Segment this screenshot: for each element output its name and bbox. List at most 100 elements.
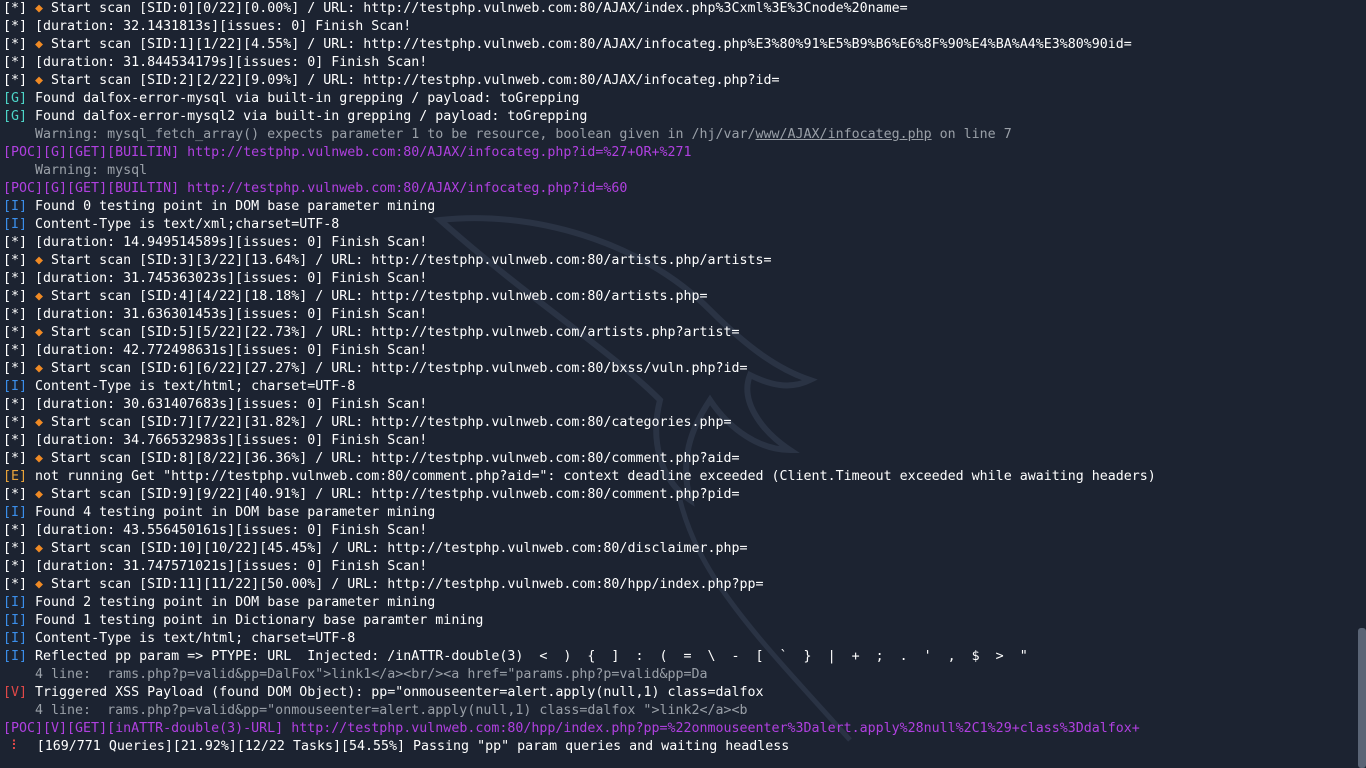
log-tag: [*] bbox=[3, 559, 28, 574]
log-message: 4 line: rams.php?p=valid&pp=DalFox">link… bbox=[3, 667, 708, 682]
log-tag: [*] bbox=[3, 55, 28, 70]
log-message: Start scan [SID:9][9/22][40.91%] / URL: … bbox=[43, 487, 740, 502]
log-tag: [*] bbox=[3, 253, 28, 268]
terminal-line: [I] Found 2 testing point in DOM base pa… bbox=[3, 594, 1352, 612]
log-message: Start scan [SID:1][1/22][4.55%] / URL: h… bbox=[43, 37, 1132, 52]
log-message: Start scan [SID:2][2/22][9.09%] / URL: h… bbox=[43, 73, 780, 88]
terminal-line: [G] Found dalfox-error-mysql via built-i… bbox=[3, 90, 1352, 108]
terminal-line: [*] [duration: 31.636301453s][issues: 0]… bbox=[3, 306, 1352, 324]
terminal-line: [*] [duration: 31.747571021s][issues: 0]… bbox=[3, 558, 1352, 576]
log-tag: [V] bbox=[3, 685, 28, 700]
terminal-window[interactable]: [*] ◆ Start scan [SID:0][0/22][0.00%] / … bbox=[0, 0, 1366, 768]
terminal-line: [*] ◆ Start scan [SID:0][0/22][0.00%] / … bbox=[3, 0, 1352, 18]
log-tag: [*] bbox=[3, 325, 28, 340]
log-message: Triggered XSS Payload (found DOM Object)… bbox=[27, 685, 764, 700]
terminal-line: [*] ◆ Start scan [SID:2][2/22][9.09%] / … bbox=[3, 72, 1352, 90]
terminal-line: [V] Triggered XSS Payload (found DOM Obj… bbox=[3, 684, 1352, 702]
log-message: [duration: 42.772498631s][issues: 0] Fin… bbox=[27, 343, 428, 358]
poc-url[interactable]: http://testphp.vulnweb.com:80/AJAX/infoc… bbox=[179, 181, 627, 196]
log-tag: [*] bbox=[3, 1, 28, 16]
terminal-line: [I] Found 1 testing point in Dictionary … bbox=[3, 612, 1352, 630]
scrollbar[interactable] bbox=[1358, 0, 1366, 768]
terminal-line: Warning: mysql bbox=[3, 162, 1352, 180]
log-message-suffix: on line 7 bbox=[931, 127, 1012, 142]
log-message: not running Get "http://testphp.vulnweb.… bbox=[27, 469, 1156, 484]
log-tag: [*] bbox=[3, 397, 28, 412]
log-message: Warning: mysql bbox=[3, 163, 148, 178]
log-message: [duration: 34.766532983s][issues: 0] Fin… bbox=[27, 433, 428, 448]
terminal-line: [*] [duration: 34.766532983s][issues: 0]… bbox=[3, 432, 1352, 450]
log-message: Start scan [SID:4][4/22][18.18%] / URL: … bbox=[43, 289, 708, 304]
terminal-line: [POC][G][GET][BUILTIN] http://testphp.vu… bbox=[3, 180, 1352, 198]
terminal-line: [*] [duration: 31.844534179s][issues: 0]… bbox=[3, 54, 1352, 72]
terminal-line: ⠇ [169/771 Queries][21.92%][12/22 Tasks]… bbox=[3, 738, 1352, 756]
log-tag: [*] bbox=[3, 523, 28, 538]
terminal-line: [I] Found 4 testing point in DOM base pa… bbox=[3, 504, 1352, 522]
terminal-line: [*] [duration: 14.949514589s][issues: 0]… bbox=[3, 234, 1352, 252]
log-tag: [*] bbox=[3, 73, 28, 88]
log-message: Found 1 testing point in Dictionary base… bbox=[27, 613, 484, 628]
terminal-line: [E] not running Get "http://testphp.vuln… bbox=[3, 468, 1352, 486]
log-message: Start scan [SID:10][10/22][45.45%] / URL… bbox=[43, 541, 748, 556]
terminal-line: [G] Found dalfox-error-mysql2 via built-… bbox=[3, 108, 1352, 126]
fox-icon: ◆ bbox=[27, 361, 44, 376]
log-tag: [E] bbox=[3, 469, 28, 484]
log-message: Start scan [SID:6][6/22][27.27%] / URL: … bbox=[43, 361, 748, 376]
log-tag: [I] bbox=[3, 217, 28, 232]
log-message: Start scan [SID:3][3/22][13.64%] / URL: … bbox=[43, 253, 772, 268]
fox-icon: ◆ bbox=[27, 1, 44, 16]
terminal-line: [*] [duration: 42.772498631s][issues: 0]… bbox=[3, 342, 1352, 360]
log-message: Found dalfox-error-mysql via built-in gr… bbox=[27, 91, 580, 106]
log-tag: [*] bbox=[3, 415, 28, 430]
log-tag: [*] bbox=[3, 451, 28, 466]
log-message: [duration: 31.745363023s][issues: 0] Fin… bbox=[27, 271, 428, 286]
log-message: Warning: mysql_fetch_array() expects par… bbox=[3, 127, 756, 142]
log-message: Found 2 testing point in DOM base parame… bbox=[27, 595, 436, 610]
log-tag: [*] bbox=[3, 343, 28, 358]
log-tag: [I] bbox=[3, 649, 28, 664]
log-tag: [POC][G][GET][BUILTIN] bbox=[3, 181, 180, 196]
terminal-line: 4 line: rams.php?p=valid&pp="onmouseente… bbox=[3, 702, 1352, 720]
terminal-line: [*] ◆ Start scan [SID:6][6/22][27.27%] /… bbox=[3, 360, 1352, 378]
terminal-line: [*] ◆ Start scan [SID:5][5/22][22.73%] /… bbox=[3, 324, 1352, 342]
terminal-line: Warning: mysql_fetch_array() expects par… bbox=[3, 126, 1352, 144]
fox-icon: ◆ bbox=[27, 253, 44, 268]
log-message: Content-Type is text/html; charset=UTF-8 bbox=[27, 379, 356, 394]
fox-icon: ◆ bbox=[27, 415, 44, 430]
terminal-line: [*] ◆ Start scan [SID:9][9/22][40.91%] /… bbox=[3, 486, 1352, 504]
scrollbar-thumb[interactable] bbox=[1358, 628, 1366, 768]
log-message: Start scan [SID:11][11/22][50.00%] / URL… bbox=[43, 577, 764, 592]
spinner-icon: ⠇ bbox=[3, 739, 37, 754]
fox-icon: ◆ bbox=[27, 577, 44, 592]
terminal-line: [*] [duration: 30.631407683s][issues: 0]… bbox=[3, 396, 1352, 414]
log-message: [duration: 43.556450161s][issues: 0] Fin… bbox=[27, 523, 428, 538]
log-tag: [I] bbox=[3, 379, 28, 394]
poc-url[interactable]: http://testphp.vulnweb.com:80/hpp/index.… bbox=[283, 721, 1140, 736]
log-tag: [I] bbox=[3, 505, 28, 520]
log-tag: [*] bbox=[3, 37, 28, 52]
terminal-line: [*] [duration: 43.556450161s][issues: 0]… bbox=[3, 522, 1352, 540]
log-tag: [*] bbox=[3, 487, 28, 502]
terminal-line: [POC][G][GET][BUILTIN] http://testphp.vu… bbox=[3, 144, 1352, 162]
log-message: Start scan [SID:5][5/22][22.73%] / URL: … bbox=[43, 325, 740, 340]
log-tag: [*] bbox=[3, 19, 28, 34]
poc-url[interactable]: http://testphp.vulnweb.com:80/AJAX/infoc… bbox=[179, 145, 691, 160]
log-message: Start scan [SID:0][0/22][0.00%] / URL: h… bbox=[43, 1, 908, 16]
terminal-line: [*] [duration: 32.1431813s][issues: 0] F… bbox=[3, 18, 1352, 36]
log-tag: [I] bbox=[3, 631, 28, 646]
log-tag: [I] bbox=[3, 199, 28, 214]
log-message: [duration: 31.844534179s][issues: 0] Fin… bbox=[27, 55, 428, 70]
terminal-line: [I] Reflected pp param => PTYPE: URL Inj… bbox=[3, 648, 1352, 666]
terminal-line: [*] ◆ Start scan [SID:7][7/22][31.82%] /… bbox=[3, 414, 1352, 432]
log-tag: [*] bbox=[3, 235, 28, 250]
fox-icon: ◆ bbox=[27, 451, 44, 466]
log-message: Content-Type is text/xml;charset=UTF-8 bbox=[27, 217, 340, 232]
log-tag: [G] bbox=[3, 91, 28, 106]
terminal-line: [I] Found 0 testing point in DOM base pa… bbox=[3, 198, 1352, 216]
terminal-line: [*] ◆ Start scan [SID:3][3/22][13.64%] /… bbox=[3, 252, 1352, 270]
log-message: [duration: 31.747571021s][issues: 0] Fin… bbox=[27, 559, 428, 574]
file-path-link[interactable]: www/AJAX/infocateg.php bbox=[756, 127, 932, 142]
fox-icon: ◆ bbox=[27, 37, 44, 52]
terminal-line: 4 line: rams.php?p=valid&pp=DalFox">link… bbox=[3, 666, 1352, 684]
log-tag: [*] bbox=[3, 577, 28, 592]
